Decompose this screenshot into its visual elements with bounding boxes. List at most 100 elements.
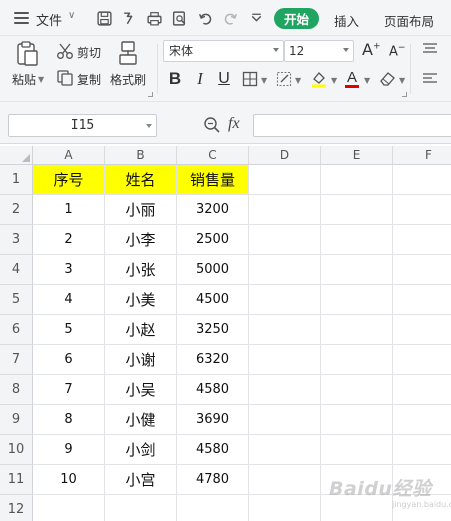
name-cell[interactable]: 小丽 [105, 195, 177, 225]
row-header-2[interactable]: 2 [0, 195, 33, 225]
underline-button[interactable]: U [214, 68, 234, 90]
sales-cell[interactable]: 3690 [177, 405, 249, 435]
grid-cell[interactable] [393, 375, 451, 405]
formula-input[interactable] [253, 114, 451, 137]
print-preview-icon[interactable] [170, 9, 188, 27]
sales-cell[interactable]: 4580 [177, 435, 249, 465]
grid-cell[interactable] [105, 495, 177, 521]
grid-cell[interactable] [33, 495, 105, 521]
grid-cell[interactable] [249, 225, 321, 255]
border-dropdown-icon[interactable]: ▼ [261, 76, 267, 85]
paste-dropdown-icon[interactable]: ▼ [38, 75, 44, 84]
name-cell[interactable]: 小健 [105, 405, 177, 435]
fill-color-dropdown-icon[interactable]: ▼ [331, 76, 337, 85]
grid-cell[interactable] [393, 165, 451, 195]
name-box-dropdown-icon[interactable] [146, 124, 152, 128]
select-all-corner[interactable] [0, 146, 33, 165]
sales-cell[interactable]: 4500 [177, 285, 249, 315]
row-header-7[interactable]: 7 [0, 345, 33, 375]
grid-cell[interactable] [393, 315, 451, 345]
row-header-1[interactable]: 1 [0, 165, 33, 195]
italic-button[interactable]: I [190, 68, 210, 90]
column-header-a[interactable]: A [33, 146, 105, 165]
column-header-c[interactable]: C [177, 146, 249, 165]
align-left-icon[interactable] [422, 72, 438, 86]
fill-color-icon[interactable] [308, 68, 330, 90]
undo-icon[interactable] [196, 9, 214, 27]
serial-cell[interactable]: 5 [33, 315, 105, 345]
serial-cell[interactable]: 1 [33, 195, 105, 225]
header-cell[interactable]: 姓名 [105, 165, 177, 195]
serial-cell[interactable]: 2 [33, 225, 105, 255]
grid-cell[interactable] [393, 345, 451, 375]
header-cell[interactable]: 销售量 [177, 165, 249, 195]
grid-cell[interactable] [249, 435, 321, 465]
serial-cell[interactable]: 8 [33, 405, 105, 435]
grid-cell[interactable] [249, 495, 321, 521]
grid-cell[interactable] [393, 405, 451, 435]
font-size-select[interactable]: 12 [284, 40, 354, 62]
font-name-select[interactable]: 宋体 [163, 40, 284, 62]
serial-cell[interactable]: 3 [33, 255, 105, 285]
grid-cell[interactable] [249, 405, 321, 435]
tab-home[interactable]: 开始 [274, 8, 319, 29]
grid-cell[interactable] [321, 255, 393, 285]
serial-cell[interactable]: 6 [33, 345, 105, 375]
file-menu[interactable]: 文件 [36, 10, 62, 29]
format-painter-icon[interactable] [117, 40, 141, 66]
name-cell[interactable]: 小剑 [105, 435, 177, 465]
row-header-11[interactable]: 11 [0, 465, 33, 495]
spreadsheet-grid[interactable]: A B C D E F 1 2 3 4 5 6 7 8 9 10 11 12 序号 姓名 销售量 1 小丽 3200 2 小李 25… [0, 146, 451, 521]
grid-cell[interactable] [249, 375, 321, 405]
print-icon[interactable] [145, 9, 163, 27]
tab-insert[interactable]: 插入 [334, 11, 359, 30]
grid-cell[interactable] [177, 495, 249, 521]
header-cell[interactable]: 序号 [33, 165, 105, 195]
column-header-f[interactable]: F [393, 146, 451, 165]
border-icon[interactable] [240, 68, 260, 90]
clipboard-group-expander[interactable] [148, 92, 153, 97]
save-icon[interactable] [95, 9, 113, 27]
name-cell[interactable]: 小吴 [105, 375, 177, 405]
serial-cell[interactable]: 7 [33, 375, 105, 405]
export-icon[interactable] [120, 9, 138, 27]
sales-cell[interactable]: 3200 [177, 195, 249, 225]
name-cell[interactable]: 小美 [105, 285, 177, 315]
copy-icon[interactable] [56, 69, 74, 87]
row-header-3[interactable]: 3 [0, 225, 33, 255]
grid-cell[interactable] [249, 195, 321, 225]
clear-format-dropdown-icon[interactable]: ▼ [399, 76, 405, 85]
grid-cell[interactable] [249, 315, 321, 345]
decrease-font-size-button[interactable]: A− [389, 43, 405, 59]
grid-cell[interactable] [393, 255, 451, 285]
grid-cell[interactable] [249, 345, 321, 375]
grid-cell[interactable] [393, 435, 451, 465]
grid-cell[interactable] [321, 285, 393, 315]
grid-cell[interactable] [321, 195, 393, 225]
grid-cell[interactable] [321, 435, 393, 465]
grid-cell[interactable] [249, 255, 321, 285]
column-header-b[interactable]: B [105, 146, 177, 165]
format-painter-button[interactable]: 格式刷 [110, 71, 146, 88]
sales-cell[interactable]: 6320 [177, 345, 249, 375]
sales-cell[interactable]: 4580 [177, 375, 249, 405]
grid-cell[interactable] [321, 225, 393, 255]
grid-cell[interactable] [321, 405, 393, 435]
increase-font-size-button[interactable]: A+ [362, 40, 381, 59]
scissors-icon[interactable] [56, 42, 74, 60]
grid-cell[interactable] [249, 285, 321, 315]
serial-cell[interactable]: 4 [33, 285, 105, 315]
paste-icon[interactable] [16, 41, 40, 67]
cut-button[interactable]: 剪切 [77, 44, 101, 61]
serial-cell[interactable]: 10 [33, 465, 105, 495]
row-header-9[interactable]: 9 [0, 405, 33, 435]
sales-cell[interactable]: 5000 [177, 255, 249, 285]
row-header-5[interactable]: 5 [0, 285, 33, 315]
font-color-button[interactable]: A [343, 68, 361, 90]
function-fx-button[interactable]: fx [228, 115, 240, 133]
grid-cell[interactable] [321, 315, 393, 345]
paste-button[interactable]: 粘贴 [12, 71, 36, 88]
clear-format-icon[interactable] [378, 68, 398, 90]
row-header-6[interactable]: 6 [0, 315, 33, 345]
grid-cell[interactable] [321, 375, 393, 405]
